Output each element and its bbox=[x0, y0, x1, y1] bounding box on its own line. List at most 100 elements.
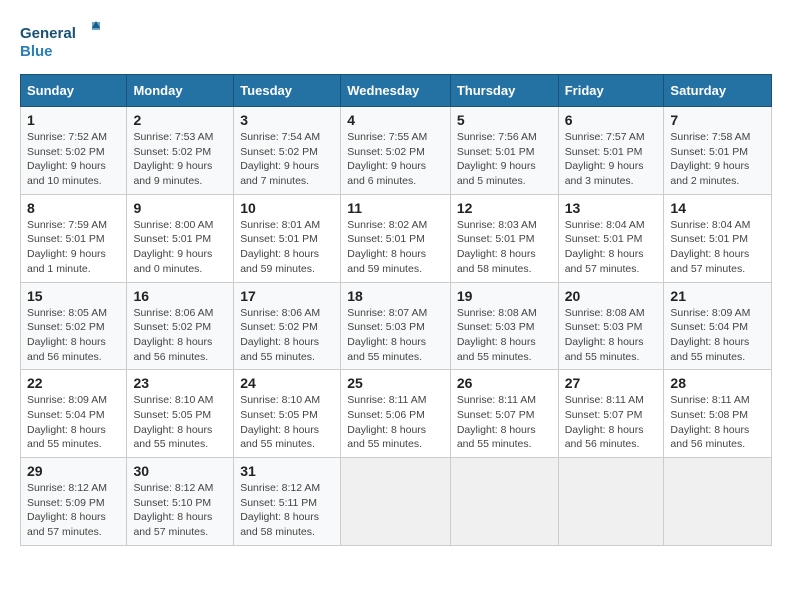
day-info: Sunrise: 7:53 AM Sunset: 5:02 PM Dayligh… bbox=[133, 130, 227, 189]
day-number: 2 bbox=[133, 112, 227, 128]
weekday-header-wednesday: Wednesday bbox=[341, 75, 451, 107]
day-number: 1 bbox=[27, 112, 120, 128]
day-number: 21 bbox=[670, 288, 765, 304]
day-number: 14 bbox=[670, 200, 765, 216]
calendar-cell: 25 Sunrise: 8:11 AM Sunset: 5:06 PM Dayl… bbox=[341, 370, 451, 458]
day-info: Sunrise: 8:04 AM Sunset: 5:01 PM Dayligh… bbox=[565, 218, 658, 277]
weekday-header-saturday: Saturday bbox=[664, 75, 772, 107]
day-info: Sunrise: 8:12 AM Sunset: 5:09 PM Dayligh… bbox=[27, 481, 120, 540]
weekday-header-monday: Monday bbox=[127, 75, 234, 107]
day-number: 4 bbox=[347, 112, 444, 128]
calendar-cell: 15 Sunrise: 8:05 AM Sunset: 5:02 PM Dayl… bbox=[21, 282, 127, 370]
calendar-cell: 2 Sunrise: 7:53 AM Sunset: 5:02 PM Dayli… bbox=[127, 107, 234, 195]
day-info: Sunrise: 8:11 AM Sunset: 5:08 PM Dayligh… bbox=[670, 393, 765, 452]
day-info: Sunrise: 8:02 AM Sunset: 5:01 PM Dayligh… bbox=[347, 218, 444, 277]
day-info: Sunrise: 8:03 AM Sunset: 5:01 PM Dayligh… bbox=[457, 218, 552, 277]
page-header: General Blue bbox=[20, 20, 772, 64]
day-info: Sunrise: 8:01 AM Sunset: 5:01 PM Dayligh… bbox=[240, 218, 334, 277]
day-info: Sunrise: 7:55 AM Sunset: 5:02 PM Dayligh… bbox=[347, 130, 444, 189]
day-number: 11 bbox=[347, 200, 444, 216]
day-number: 16 bbox=[133, 288, 227, 304]
calendar-cell: 13 Sunrise: 8:04 AM Sunset: 5:01 PM Dayl… bbox=[558, 194, 664, 282]
day-number: 3 bbox=[240, 112, 334, 128]
day-number: 8 bbox=[27, 200, 120, 216]
calendar-cell: 28 Sunrise: 8:11 AM Sunset: 5:08 PM Dayl… bbox=[664, 370, 772, 458]
calendar-cell: 9 Sunrise: 8:00 AM Sunset: 5:01 PM Dayli… bbox=[127, 194, 234, 282]
day-info: Sunrise: 7:56 AM Sunset: 5:01 PM Dayligh… bbox=[457, 130, 552, 189]
svg-text:Blue: Blue bbox=[20, 43, 53, 60]
day-number: 13 bbox=[565, 200, 658, 216]
calendar-cell: 22 Sunrise: 8:09 AM Sunset: 5:04 PM Dayl… bbox=[21, 370, 127, 458]
calendar-cell: 16 Sunrise: 8:06 AM Sunset: 5:02 PM Dayl… bbox=[127, 282, 234, 370]
day-info: Sunrise: 8:12 AM Sunset: 5:10 PM Dayligh… bbox=[133, 481, 227, 540]
day-info: Sunrise: 8:06 AM Sunset: 5:02 PM Dayligh… bbox=[133, 306, 227, 365]
day-number: 30 bbox=[133, 463, 227, 479]
calendar-cell bbox=[341, 458, 451, 546]
calendar-cell: 24 Sunrise: 8:10 AM Sunset: 5:05 PM Dayl… bbox=[234, 370, 341, 458]
calendar-cell: 30 Sunrise: 8:12 AM Sunset: 5:10 PM Dayl… bbox=[127, 458, 234, 546]
calendar-cell: 27 Sunrise: 8:11 AM Sunset: 5:07 PM Dayl… bbox=[558, 370, 664, 458]
calendar-cell: 6 Sunrise: 7:57 AM Sunset: 5:01 PM Dayli… bbox=[558, 107, 664, 195]
day-info: Sunrise: 8:11 AM Sunset: 5:07 PM Dayligh… bbox=[565, 393, 658, 452]
calendar-cell: 14 Sunrise: 8:04 AM Sunset: 5:01 PM Dayl… bbox=[664, 194, 772, 282]
svg-text:General: General bbox=[20, 25, 76, 42]
calendar-cell: 10 Sunrise: 8:01 AM Sunset: 5:01 PM Dayl… bbox=[234, 194, 341, 282]
weekday-header-row: SundayMondayTuesdayWednesdayThursdayFrid… bbox=[21, 75, 772, 107]
weekday-header-friday: Friday bbox=[558, 75, 664, 107]
day-number: 23 bbox=[133, 375, 227, 391]
calendar-cell: 8 Sunrise: 7:59 AM Sunset: 5:01 PM Dayli… bbox=[21, 194, 127, 282]
day-number: 28 bbox=[670, 375, 765, 391]
day-info: Sunrise: 8:09 AM Sunset: 5:04 PM Dayligh… bbox=[670, 306, 765, 365]
day-info: Sunrise: 7:54 AM Sunset: 5:02 PM Dayligh… bbox=[240, 130, 334, 189]
day-number: 24 bbox=[240, 375, 334, 391]
calendar-cell: 1 Sunrise: 7:52 AM Sunset: 5:02 PM Dayli… bbox=[21, 107, 127, 195]
day-info: Sunrise: 8:12 AM Sunset: 5:11 PM Dayligh… bbox=[240, 481, 334, 540]
weekday-header-sunday: Sunday bbox=[21, 75, 127, 107]
week-row-2: 8 Sunrise: 7:59 AM Sunset: 5:01 PM Dayli… bbox=[21, 194, 772, 282]
calendar-cell: 17 Sunrise: 8:06 AM Sunset: 5:02 PM Dayl… bbox=[234, 282, 341, 370]
day-number: 9 bbox=[133, 200, 227, 216]
day-number: 19 bbox=[457, 288, 552, 304]
calendar-cell: 4 Sunrise: 7:55 AM Sunset: 5:02 PM Dayli… bbox=[341, 107, 451, 195]
calendar-cell: 29 Sunrise: 8:12 AM Sunset: 5:09 PM Dayl… bbox=[21, 458, 127, 546]
calendar-cell: 7 Sunrise: 7:58 AM Sunset: 5:01 PM Dayli… bbox=[664, 107, 772, 195]
day-info: Sunrise: 7:57 AM Sunset: 5:01 PM Dayligh… bbox=[565, 130, 658, 189]
calendar-cell: 23 Sunrise: 8:10 AM Sunset: 5:05 PM Dayl… bbox=[127, 370, 234, 458]
week-row-4: 22 Sunrise: 8:09 AM Sunset: 5:04 PM Dayl… bbox=[21, 370, 772, 458]
calendar-cell: 11 Sunrise: 8:02 AM Sunset: 5:01 PM Dayl… bbox=[341, 194, 451, 282]
day-number: 27 bbox=[565, 375, 658, 391]
day-number: 25 bbox=[347, 375, 444, 391]
calendar-cell: 20 Sunrise: 8:08 AM Sunset: 5:03 PM Dayl… bbox=[558, 282, 664, 370]
calendar-cell: 3 Sunrise: 7:54 AM Sunset: 5:02 PM Dayli… bbox=[234, 107, 341, 195]
week-row-3: 15 Sunrise: 8:05 AM Sunset: 5:02 PM Dayl… bbox=[21, 282, 772, 370]
day-number: 20 bbox=[565, 288, 658, 304]
calendar-cell: 31 Sunrise: 8:12 AM Sunset: 5:11 PM Dayl… bbox=[234, 458, 341, 546]
week-row-1: 1 Sunrise: 7:52 AM Sunset: 5:02 PM Dayli… bbox=[21, 107, 772, 195]
day-info: Sunrise: 8:06 AM Sunset: 5:02 PM Dayligh… bbox=[240, 306, 334, 365]
day-number: 18 bbox=[347, 288, 444, 304]
day-number: 31 bbox=[240, 463, 334, 479]
day-number: 17 bbox=[240, 288, 334, 304]
calendar-cell bbox=[558, 458, 664, 546]
day-info: Sunrise: 8:08 AM Sunset: 5:03 PM Dayligh… bbox=[457, 306, 552, 365]
calendar-cell: 21 Sunrise: 8:09 AM Sunset: 5:04 PM Dayl… bbox=[664, 282, 772, 370]
day-info: Sunrise: 8:11 AM Sunset: 5:06 PM Dayligh… bbox=[347, 393, 444, 452]
logo: General Blue bbox=[20, 20, 100, 64]
calendar-cell: 5 Sunrise: 7:56 AM Sunset: 5:01 PM Dayli… bbox=[450, 107, 558, 195]
day-number: 22 bbox=[27, 375, 120, 391]
calendar-cell: 12 Sunrise: 8:03 AM Sunset: 5:01 PM Dayl… bbox=[450, 194, 558, 282]
day-number: 10 bbox=[240, 200, 334, 216]
day-number: 26 bbox=[457, 375, 552, 391]
weekday-header-thursday: Thursday bbox=[450, 75, 558, 107]
day-info: Sunrise: 8:07 AM Sunset: 5:03 PM Dayligh… bbox=[347, 306, 444, 365]
calendar-cell: 19 Sunrise: 8:08 AM Sunset: 5:03 PM Dayl… bbox=[450, 282, 558, 370]
day-number: 7 bbox=[670, 112, 765, 128]
calendar-cell: 18 Sunrise: 8:07 AM Sunset: 5:03 PM Dayl… bbox=[341, 282, 451, 370]
day-info: Sunrise: 8:10 AM Sunset: 5:05 PM Dayligh… bbox=[133, 393, 227, 452]
day-number: 15 bbox=[27, 288, 120, 304]
logo-svg: General Blue bbox=[20, 20, 100, 64]
day-number: 29 bbox=[27, 463, 120, 479]
calendar-cell bbox=[664, 458, 772, 546]
day-info: Sunrise: 8:11 AM Sunset: 5:07 PM Dayligh… bbox=[457, 393, 552, 452]
day-number: 12 bbox=[457, 200, 552, 216]
